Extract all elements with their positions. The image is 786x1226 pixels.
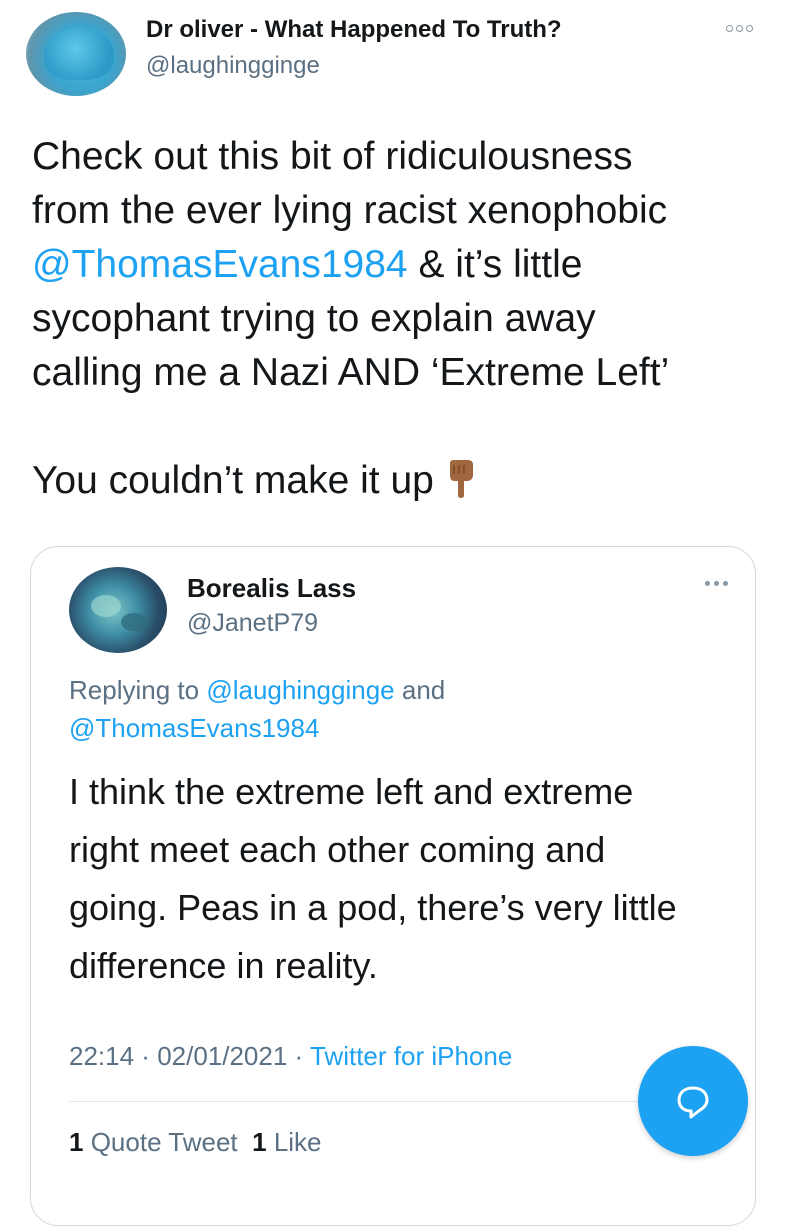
quoted-tweet-text: I think the extreme left and extreme rig… bbox=[69, 763, 749, 995]
tweet-line: You couldn’t make it up bbox=[32, 454, 772, 508]
author-avatar[interactable] bbox=[26, 12, 126, 96]
compose-reply-button[interactable] bbox=[638, 1046, 748, 1156]
more-options-icon[interactable] bbox=[722, 20, 756, 36]
pointing-down-hand-icon bbox=[449, 460, 473, 498]
engagement-stats: 1 Quote Tweet 1 Like bbox=[69, 1127, 322, 1158]
quoted-line: I think the extreme left and extreme bbox=[69, 771, 634, 812]
author-handle[interactable]: @laughingginge bbox=[146, 52, 320, 80]
separator: · bbox=[287, 1041, 310, 1071]
tweet-line: @ThomasEvans1984 & it’s little bbox=[32, 238, 772, 292]
quoted-author-name[interactable]: Borealis Lass bbox=[187, 573, 356, 604]
quoted-line: right meet each other coming and bbox=[69, 829, 606, 870]
tweet-line-text: & it’s little bbox=[407, 243, 583, 286]
tweet-text: Check out this bit of ridiculousness fro… bbox=[32, 130, 772, 508]
like-label[interactable]: Like bbox=[274, 1127, 322, 1157]
quote-tweet-count[interactable]: 1 bbox=[69, 1127, 83, 1157]
quoted-more-options-icon[interactable] bbox=[705, 577, 735, 589]
tweet-line: Check out this bit of ridiculousness bbox=[32, 135, 633, 178]
divider bbox=[69, 1101, 689, 1102]
replying-to: Replying to @laughingginge and @ThomasEv… bbox=[69, 671, 729, 747]
tweet-line: calling me a Nazi AND ‘Extreme Left’ bbox=[32, 351, 670, 394]
author-name[interactable]: Dr oliver - What Happened To Truth? bbox=[146, 16, 562, 44]
tweet-line: from the ever lying racist xenophobic bbox=[32, 189, 668, 232]
avatar-cap-image bbox=[44, 28, 114, 80]
replying-mention-2[interactable]: @ThomasEvans1984 bbox=[69, 713, 319, 743]
reply-bubble-icon bbox=[677, 1086, 709, 1119]
like-count[interactable]: 1 bbox=[252, 1127, 266, 1157]
replying-mention-1[interactable]: @laughingginge bbox=[206, 675, 394, 705]
separator: · bbox=[134, 1041, 158, 1071]
time-text[interactable]: 22:14 bbox=[69, 1041, 134, 1071]
tweet-line: sycophant trying to explain away bbox=[32, 297, 596, 340]
quoted-author-handle[interactable]: @JanetP79 bbox=[187, 609, 318, 638]
source-link[interactable]: Twitter for iPhone bbox=[310, 1041, 512, 1071]
replying-and: and bbox=[394, 675, 446, 705]
date-text[interactable]: 02/01/2021 bbox=[157, 1041, 287, 1071]
quote-tweet-label[interactable]: Quote Tweet bbox=[91, 1127, 238, 1157]
quoted-line: difference in reality. bbox=[69, 945, 378, 986]
quoted-line: going. Peas in a pod, there’s very littl… bbox=[69, 887, 677, 928]
tweet-closing-text: You couldn’t make it up bbox=[32, 459, 434, 502]
quoted-author-avatar[interactable] bbox=[69, 567, 167, 653]
replying-prefix: Replying to bbox=[69, 675, 207, 705]
tweet-timestamp: 22:14 · 02/01/2021 · Twitter for iPhone bbox=[69, 1041, 512, 1072]
mention-link[interactable]: @ThomasEvans1984 bbox=[32, 243, 408, 286]
